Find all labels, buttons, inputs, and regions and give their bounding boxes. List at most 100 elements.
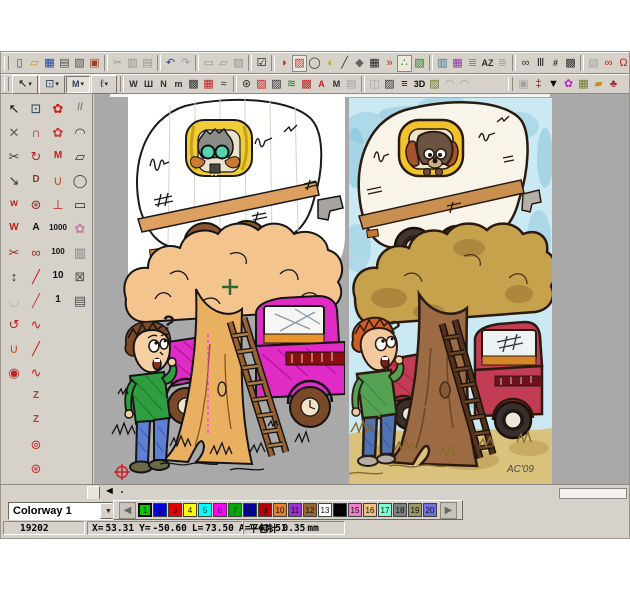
branch-select-tool-button[interactable]: ✂: [3, 144, 25, 168]
needle-point-button[interactable]: ‡: [531, 76, 546, 93]
palette-swatch-3[interactable]: 3: [168, 503, 182, 517]
palette-swatch-19[interactable]: 19: [408, 503, 422, 517]
zigzag-stitch-tool-1-button[interactable]: ∿: [25, 312, 47, 336]
hatch-red-button[interactable]: ▨: [254, 76, 269, 93]
design-canvas[interactable]: ?: [94, 94, 629, 485]
stitch-1000-tool-button[interactable]: 1000: [47, 216, 69, 240]
connectors-button[interactable]: ∞: [518, 55, 533, 72]
cut-button[interactable]: ✂: [110, 55, 125, 72]
palette-scroll-right-button[interactable]: ▶: [440, 502, 457, 519]
palette-swatch-4[interactable]: 4: [183, 503, 197, 517]
monogram-d-tool-button[interactable]: D: [25, 168, 47, 192]
insert-image-button[interactable]: ▣: [87, 55, 102, 72]
palette-swatch-7[interactable]: 7: [228, 503, 242, 517]
scroll-back-arrow-icon[interactable]: ◄: [104, 485, 115, 497]
show-bitmap-button[interactable]: ▧: [412, 55, 427, 72]
save-file-button[interactable]: ▦: [42, 55, 57, 72]
gear-pair-tool-button[interactable]: ⊚: [25, 432, 47, 456]
open-design-folder-button[interactable]: ▰: [591, 76, 606, 93]
zigzag-stitch-tool-2-button[interactable]: ∿: [25, 360, 47, 384]
colorway-select[interactable]: Colorway 1 ▼: [8, 502, 118, 520]
node-edit-tool-button[interactable]: ⊡: [25, 96, 47, 120]
print-button[interactable]: ▤: [57, 55, 72, 72]
hoop-omega-button[interactable]: Ω: [616, 55, 630, 72]
zigzag-arrow-tool-button[interactable]: ↘: [3, 168, 25, 192]
stitch-wave-button[interactable]: ≈: [216, 76, 231, 93]
motif-run-button[interactable]: M: [329, 76, 344, 93]
palette-swatch-15[interactable]: 15: [348, 503, 362, 517]
stitch-10-tool-button[interactable]: 10: [47, 264, 69, 288]
updown-tool-button[interactable]: ↕: [3, 264, 25, 288]
stitch-m-button[interactable]: m: [171, 76, 186, 93]
export-window-tool-button[interactable]: ▱: [69, 144, 91, 168]
w-cut-tool-button[interactable]: W: [3, 216, 25, 240]
hatch-dark-button[interactable]: ▨: [269, 76, 284, 93]
pattern-gray-button[interactable]: ▤: [344, 76, 359, 93]
palette-swatch-14[interactable]: 14: [333, 503, 347, 517]
select-reshape-button[interactable]: ▨: [231, 55, 246, 72]
mesh-pattern-button[interactable]: ▩: [563, 55, 578, 72]
run-stitch-button[interactable]: ◖: [322, 55, 337, 72]
palette-swatch-5[interactable]: 5: [198, 503, 212, 517]
small-flower-tool-button[interactable]: ✿: [69, 216, 91, 240]
stitch-columns-button[interactable]: Ш: [141, 76, 156, 93]
stitch-block-button[interactable]: ▩: [186, 76, 201, 93]
palette-swatch-6[interactable]: 6: [213, 503, 227, 517]
star-points-tool-button[interactable]: ✕: [3, 120, 25, 144]
digitized-design[interactable]: ?: [110, 94, 345, 485]
palette-swatch-9[interactable]: 9: [258, 503, 272, 517]
palette-swatch-10[interactable]: 10: [273, 503, 287, 517]
stitch-1-tool-button[interactable]: 1: [47, 288, 69, 312]
slant-lines-tool-button[interactable]: //: [69, 96, 91, 120]
thread-stand-tool-button[interactable]: ⊥: [47, 192, 69, 216]
redo-button[interactable]: ↷: [178, 55, 193, 72]
stitch-vee-button[interactable]: N: [156, 76, 171, 93]
flower-red-tool-button[interactable]: ✿: [47, 96, 69, 120]
design-properties-button[interactable]: ☑: [254, 55, 269, 72]
stitch-100-tool-button[interactable]: 100: [47, 240, 69, 264]
view-glasses-button[interactable]: ∞: [601, 55, 616, 72]
select-polygon-button[interactable]: ▱: [216, 55, 231, 72]
rectangle-shape-tool-button[interactable]: ▭: [69, 192, 91, 216]
ellipse-shape-tool-button[interactable]: ◯: [69, 168, 91, 192]
pointer-tool-button[interactable]: ↖: [3, 96, 25, 120]
copy-button[interactable]: ▥: [125, 55, 140, 72]
palette-swatch-17[interactable]: 17: [378, 503, 392, 517]
scatter-stitch-button[interactable]: ∴: [397, 55, 412, 72]
scissors-tool-button[interactable]: ✂: [3, 240, 25, 264]
gear-flower-tool-button[interactable]: ⊛: [25, 456, 47, 480]
manual-stitch-button[interactable]: ╱: [337, 55, 352, 72]
stitch-bars-button[interactable]: Ⅲ: [533, 55, 548, 72]
toolbar-handle[interactable]: [4, 77, 9, 91]
horizontal-scrollbar[interactable]: [559, 488, 627, 499]
arch-tool-button[interactable]: ∩: [25, 120, 47, 144]
ellipse-ghost-2-button[interactable]: ◠: [457, 76, 472, 93]
satin-fill-button[interactable]: ◗: [277, 55, 292, 72]
palette-swatch-8[interactable]: 8: [243, 503, 257, 517]
swatch-grid-button[interactable]: ▦: [576, 76, 591, 93]
circle-rotate-tool-button[interactable]: ↻: [25, 144, 47, 168]
image-tool-button[interactable]: ▧: [586, 55, 601, 72]
dash-line-tool-button[interactable]: ╱: [25, 288, 47, 312]
digitize-pen-button[interactable]: ℓ▾: [91, 75, 117, 94]
fan-tool-button[interactable]: ◡: [3, 288, 25, 312]
flower-stem-tool-button[interactable]: ✿: [47, 120, 69, 144]
thread-jug-tool-button[interactable]: ∪: [47, 168, 69, 192]
cross-fill-button[interactable]: ▩: [299, 76, 314, 93]
stop-hand-tool-button[interactable]: ◉: [3, 360, 25, 384]
pattern-wheel-tool-button[interactable]: ⊛: [25, 192, 47, 216]
dye-jug-tool-button[interactable]: ∪: [3, 336, 25, 360]
undo-button[interactable]: ↶: [163, 55, 178, 72]
forest-trees-button[interactable]: ♣: [606, 76, 621, 93]
palette-swatch-13[interactable]: 13: [318, 503, 332, 517]
z-shape-tool-2-button[interactable]: Z: [25, 408, 47, 432]
applique-tool-button[interactable]: ◆: [352, 55, 367, 72]
object-list-button[interactable]: ≣: [465, 55, 480, 72]
lettering-tool-button[interactable]: A: [25, 216, 47, 240]
layer-lines-button[interactable]: ≡: [397, 76, 412, 93]
texture-weave-button[interactable]: ▨: [427, 76, 442, 93]
tatami-fill-button[interactable]: ▨: [292, 55, 307, 72]
three-d-effect-button[interactable]: 3D: [412, 76, 427, 93]
funnel-down-button[interactable]: ▼: [546, 76, 561, 93]
layout-list-tool-button[interactable]: ▤: [69, 288, 91, 312]
